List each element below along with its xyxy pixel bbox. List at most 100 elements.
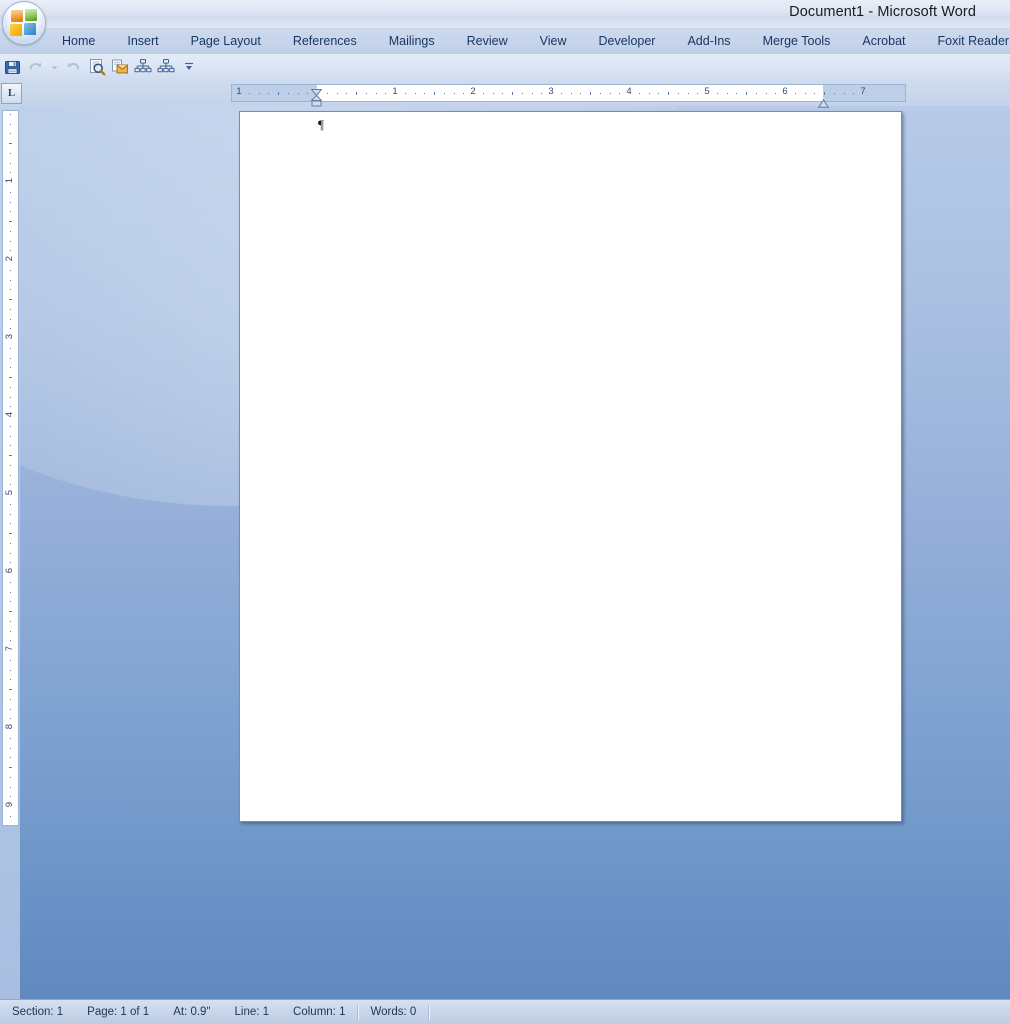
vruler-tick xyxy=(10,474,11,476)
vruler-tick xyxy=(10,425,11,427)
vruler-label-7: 7 xyxy=(4,646,15,652)
org-chart-icon[interactable] xyxy=(132,57,153,78)
ruler-label-1: 1 xyxy=(236,86,242,97)
vruler-tick xyxy=(10,289,11,291)
first-line-indent-marker[interactable] xyxy=(310,83,323,97)
org-chart-2-icon[interactable] xyxy=(155,57,176,78)
document-page[interactable]: ¶ xyxy=(239,111,902,822)
tab-insert[interactable]: Insert xyxy=(111,28,174,54)
vruler-tick xyxy=(10,250,11,252)
ruler-label-1: 1 xyxy=(392,86,398,97)
right-indent-marker[interactable] xyxy=(817,95,830,108)
vruler-tick xyxy=(10,357,11,359)
ruler-tick xyxy=(853,93,855,94)
paragraph-mark-icon: ¶ xyxy=(318,117,324,132)
save-icon[interactable] xyxy=(2,57,23,78)
chevron-down-icon[interactable] xyxy=(48,57,61,78)
vruler-tick xyxy=(10,386,11,388)
tab-view[interactable]: View xyxy=(524,28,583,54)
hanging-indent-marker[interactable] xyxy=(310,94,323,107)
ruler-label-6: 6 xyxy=(782,86,788,97)
ruler-tick xyxy=(502,93,504,94)
ruler-tick xyxy=(814,93,816,94)
tab-home[interactable]: Home xyxy=(46,28,111,54)
vruler-tick xyxy=(10,347,11,349)
ruler-label-7: 7 xyxy=(860,86,866,97)
vruler-tick xyxy=(10,240,11,242)
ruler-tick xyxy=(434,92,435,95)
tab-stop-selector-label: L xyxy=(7,87,16,99)
vruler-tick xyxy=(10,328,11,330)
ruler-tick xyxy=(687,93,689,94)
status-item-0[interactable]: Section: 1 xyxy=(0,1001,75,1023)
vruler-tick xyxy=(9,611,12,612)
ruler-tick xyxy=(599,93,601,94)
tab-references[interactable]: References xyxy=(277,28,373,54)
redo-icon[interactable] xyxy=(63,57,84,78)
vruler-tick xyxy=(10,230,11,232)
office-button[interactable] xyxy=(2,1,46,45)
tab-review[interactable]: Review xyxy=(451,28,524,54)
ruler-tick xyxy=(248,93,250,94)
tab-page-layout[interactable]: Page Layout xyxy=(175,28,277,54)
vruler-tick xyxy=(10,581,11,583)
ribbon-tab-row: Home Insert Page Layout References Mailings R… xyxy=(0,28,1010,55)
orb-gloss xyxy=(6,4,42,20)
vruler-tick xyxy=(10,435,11,437)
undo-icon[interactable] xyxy=(25,57,46,78)
status-item-4[interactable]: Column: 1 xyxy=(281,1001,357,1023)
vertical-ruler[interactable]: 1 2 3 4 5 6 7 8 9 xyxy=(2,110,19,826)
ribbon-tabs: Home Insert Page Layout References Mailings R… xyxy=(46,28,1010,54)
vruler-label-1: 1 xyxy=(4,178,15,184)
vruler-tick xyxy=(10,367,11,369)
print-preview-icon[interactable] xyxy=(86,57,107,78)
vruler-tick xyxy=(10,591,11,593)
vruler-label-5: 5 xyxy=(4,490,15,496)
vruler-label-8: 8 xyxy=(4,724,15,730)
vruler-tick xyxy=(10,620,11,622)
tab-foxit-reader-pdf[interactable]: Foxit Reader PDF xyxy=(922,28,1010,54)
vruler-tick xyxy=(10,630,11,632)
vruler-tick xyxy=(10,640,11,642)
vruler-tick xyxy=(10,542,11,544)
horizontal-ruler[interactable]: 1 1 2 3 4 5 6 7 xyxy=(231,84,906,102)
tab-merge-tools[interactable]: Merge Tools xyxy=(747,28,847,54)
ruler-tick xyxy=(765,93,767,94)
vruler-tick xyxy=(10,191,11,193)
status-item-2[interactable]: At: 0.9" xyxy=(161,1001,222,1023)
vruler-tick xyxy=(10,406,11,408)
ruler-tick xyxy=(307,93,309,94)
ruler-tick xyxy=(287,93,289,94)
status-bar: Section: 1 Page: 1 of 1 At: 0.9" Line: 1 Col… xyxy=(0,999,1010,1024)
vruler-tick xyxy=(10,669,11,671)
vruler-tick xyxy=(10,211,11,213)
status-item-1[interactable]: Page: 1 of 1 xyxy=(75,1001,161,1023)
ruler-tick xyxy=(424,93,426,94)
quick-access-toolbar-row xyxy=(0,54,1010,81)
ruler-tick xyxy=(658,93,660,94)
tab-developer[interactable]: Developer xyxy=(582,28,671,54)
email-icon[interactable] xyxy=(109,57,130,78)
vruler-tick xyxy=(10,757,11,759)
vruler-tick xyxy=(10,679,11,681)
vruler-tick xyxy=(9,689,12,690)
customize-qat-icon[interactable] xyxy=(178,57,199,78)
tab-acrobat[interactable]: Acrobat xyxy=(846,28,921,54)
vruler-label-6: 6 xyxy=(4,568,15,574)
vruler-tick xyxy=(10,279,11,281)
ruler-tick xyxy=(775,93,777,94)
status-item-5[interactable]: Words: 0 xyxy=(358,1001,428,1023)
vruler-label-2: 2 xyxy=(4,256,15,262)
status-item-3[interactable]: Line: 1 xyxy=(223,1001,282,1023)
ruler-tick xyxy=(638,93,640,94)
vruler-tick xyxy=(10,601,11,603)
tab-mailings[interactable]: Mailings xyxy=(373,28,451,54)
ruler-tick xyxy=(648,93,650,94)
vruler-tick xyxy=(10,308,11,310)
tab-add-ins[interactable]: Add-Ins xyxy=(671,28,746,54)
vruler-tick xyxy=(9,299,12,300)
tab-stop-selector[interactable]: L xyxy=(1,83,22,104)
vruler-tick xyxy=(10,659,11,661)
vruler-tick xyxy=(9,455,12,456)
ruler-tick xyxy=(356,92,357,95)
